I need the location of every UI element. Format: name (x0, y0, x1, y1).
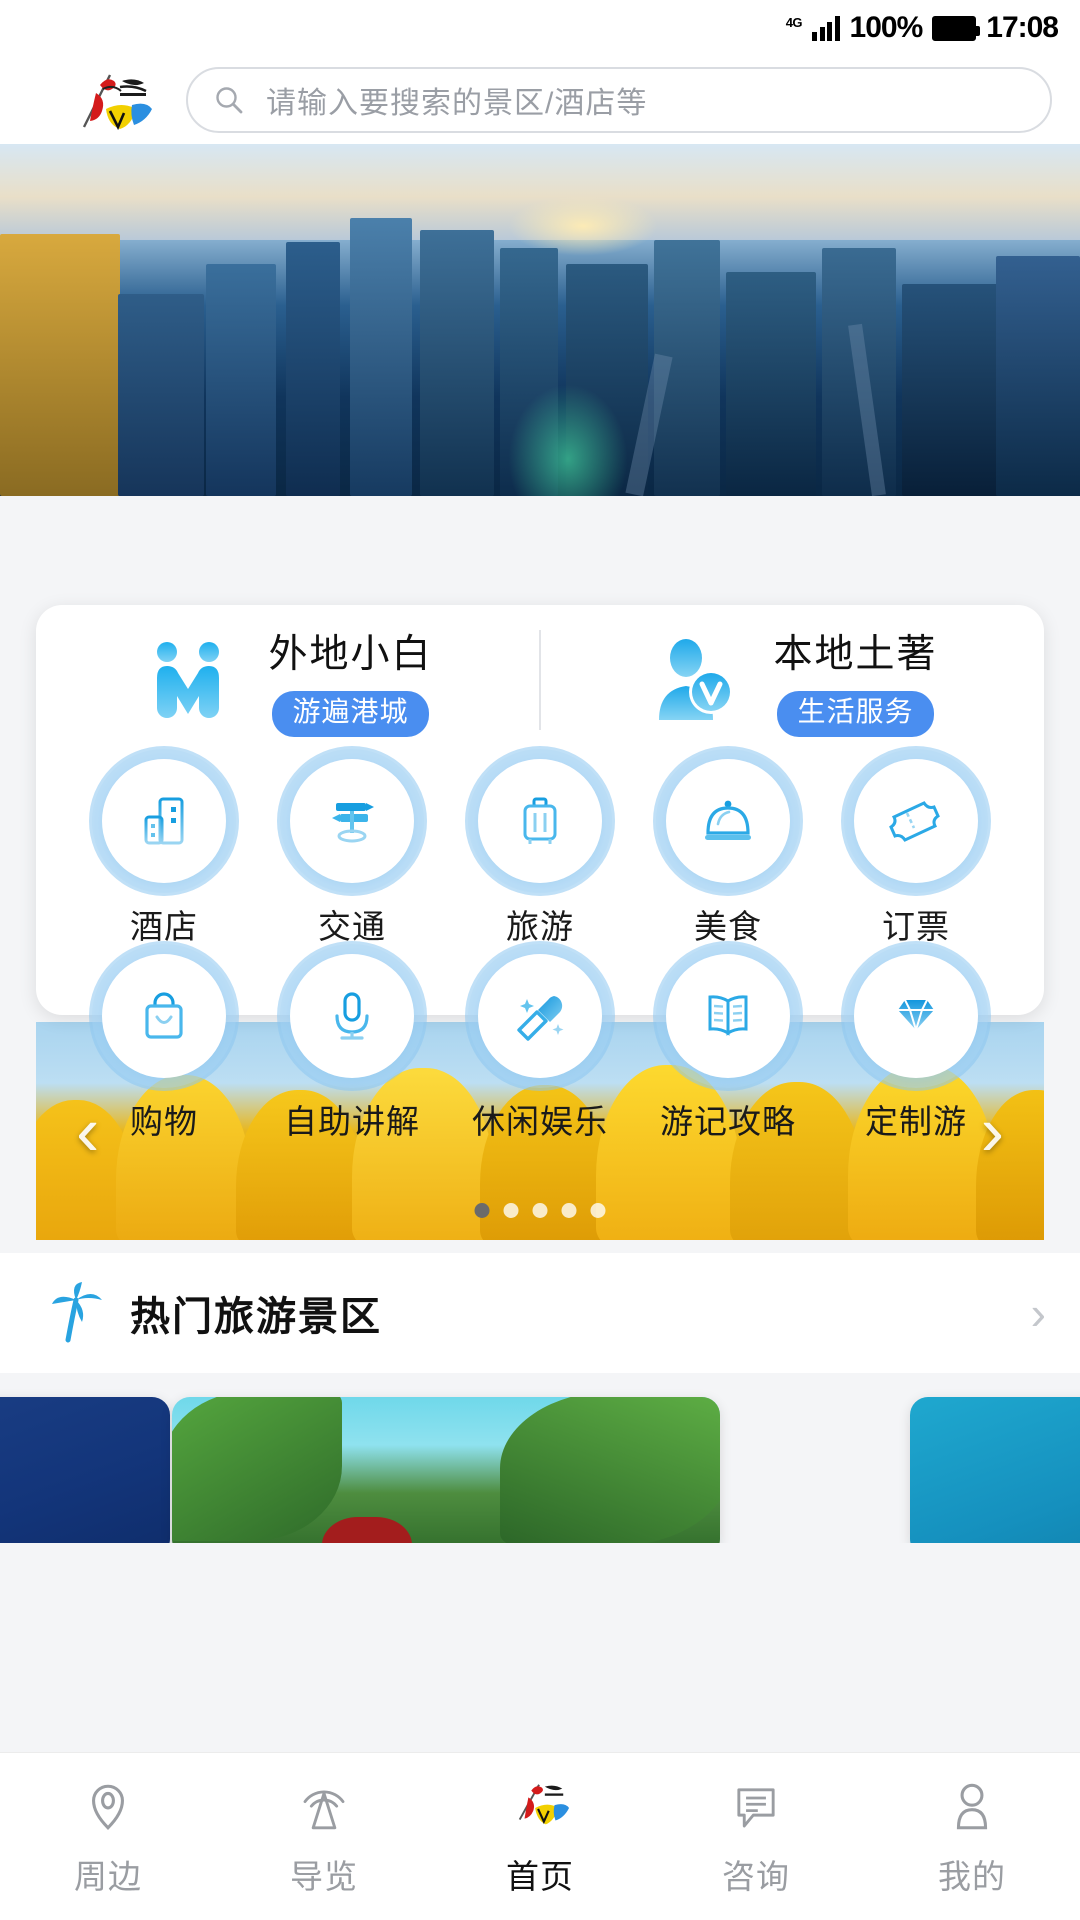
quick-action-tour[interactable]: 旅游 (446, 759, 634, 948)
user-type-title: 外地小白 (268, 633, 433, 677)
user-type-visitor[interactable]: 外地小白 游遍港城 (36, 623, 539, 737)
quick-action-food[interactable]: 美食 (634, 759, 822, 948)
quick-action-label: 交通 (318, 908, 386, 945)
hot-scenic-section-header[interactable]: 热门旅游景区 › (0, 1253, 1080, 1373)
quick-action-label: 定制游 (865, 1103, 967, 1140)
two-people-icon (142, 634, 234, 726)
tab-nearby[interactable]: 周边 (0, 1776, 216, 1898)
tab-label: 咨询 (722, 1857, 790, 1895)
app-logo-icon[interactable] (70, 65, 162, 135)
battery-percent-label: 100% (849, 11, 924, 44)
suitcase-icon (478, 759, 602, 883)
carousel-dot[interactable] (474, 1203, 490, 1218)
food-cloche-icon (666, 759, 790, 883)
status-bar: 4G 100% 17:08 (0, 0, 1080, 56)
location-pin-icon (77, 1776, 139, 1838)
ticket-icon (854, 759, 978, 883)
bottom-tab-bar: 周边 导览 首页 咨询 我的 (0, 1752, 1080, 1920)
scenic-card-mid[interactable] (172, 1397, 720, 1543)
quick-action-travel-notes[interactable]: 游记攻略 (634, 954, 822, 1143)
scenic-cards-row[interactable] (0, 1373, 1080, 1543)
quick-action-label: 休闲娱乐 (472, 1103, 608, 1140)
user-type-badge: 游遍港城 (272, 691, 429, 737)
carousel-dots[interactable] (474, 1203, 606, 1218)
quick-action-transport[interactable]: 交通 (258, 759, 446, 948)
quick-action-shopping[interactable]: 购物 (70, 954, 258, 1143)
quick-action-label: 购物 (130, 1103, 198, 1140)
network-type-indicator: 4G (785, 15, 803, 41)
quick-action-label: 美食 (694, 908, 762, 945)
tab-profile[interactable]: 我的 (864, 1776, 1080, 1898)
tab-label: 首页 (506, 1857, 574, 1895)
chat-bubble-icon (725, 1776, 787, 1838)
hotel-building-icon (102, 759, 226, 883)
user-type-title: 本地土著 (773, 633, 938, 677)
signpost-icon (290, 759, 414, 883)
app-root: 4G 100% 17:08 请输入要搜索的景区/酒店等 外地小白 游遍港城 本地… (0, 0, 1080, 1920)
quick-action-ticket[interactable]: 订票 (822, 759, 1010, 948)
tab-label: 我的 (938, 1857, 1006, 1895)
user-type-local[interactable]: 本地土著 生活服务 (541, 623, 1044, 737)
clock-label: 17:08 (986, 11, 1059, 44)
quick-action-label: 旅游 (506, 908, 574, 945)
carousel-dot[interactable] (532, 1203, 548, 1218)
scenic-card-left[interactable] (0, 1397, 170, 1543)
carousel-dot[interactable] (561, 1203, 577, 1218)
network-label: 4G (785, 15, 803, 30)
scenic-card-right[interactable] (910, 1397, 1080, 1543)
user-type-selector: 外地小白 游遍港城 本地土著 生活服务 (36, 605, 1044, 755)
user-type-visitor-text: 外地小白 游遍港城 (268, 623, 433, 737)
shopping-bag-icon (102, 954, 226, 1078)
user-type-local-text: 本地土著 生活服务 (773, 623, 938, 737)
search-icon (214, 85, 244, 115)
person-icon (941, 1776, 1003, 1838)
quick-action-custom-tour[interactable]: 定制游 (822, 954, 1010, 1143)
quick-action-hotel[interactable]: 酒店 (70, 759, 258, 948)
quick-action-label: 酒店 (130, 908, 198, 945)
tab-guide[interactable]: 导览 (216, 1776, 432, 1898)
home-logo-icon (509, 1776, 571, 1838)
signal-strength-icon (812, 15, 840, 41)
battery-icon (932, 15, 981, 41)
carousel-dot[interactable] (503, 1203, 519, 1218)
carousel-dot[interactable] (590, 1203, 606, 1218)
section-more-chevron-icon[interactable]: › (1031, 1290, 1046, 1336)
quick-action-label: 游记攻略 (660, 1103, 796, 1140)
user-type-badge: 生活服务 (777, 691, 934, 737)
tab-home[interactable]: 首页 (432, 1776, 648, 1898)
hero-city-image (0, 144, 1080, 496)
open-book-icon (666, 954, 790, 1078)
karaoke-mic-icon (478, 954, 602, 1078)
quick-action-entertainment[interactable]: 休闲娱乐 (446, 954, 634, 1143)
quick-action-audio-guide[interactable]: 自助讲解 (258, 954, 446, 1143)
palm-tree-icon (46, 1282, 108, 1344)
tab-label: 导览 (290, 1857, 358, 1895)
main-feature-card: 外地小白 游遍港城 本地土著 生活服务 酒店 交通 旅游 美食 订票 购物 自助… (36, 605, 1044, 1140)
app-header: 请输入要搜索的景区/酒店等 (0, 56, 1080, 144)
person-vip-icon (647, 634, 739, 726)
search-placeholder: 请输入要搜索的景区/酒店等 (266, 87, 648, 120)
quick-action-label: 订票 (882, 908, 950, 945)
tab-label: 周边 (74, 1857, 142, 1895)
quick-action-label: 自助讲解 (284, 1103, 420, 1140)
quick-action-grid: 酒店 交通 旅游 美食 订票 购物 自助讲解 休闲娱乐 游记攻略 定制游 (36, 755, 1044, 1149)
microphone-icon (290, 954, 414, 1078)
section-title: 热门旅游景区 (130, 1295, 382, 1339)
diamond-icon (854, 954, 978, 1078)
radar-beacon-icon (293, 1776, 355, 1838)
search-bar[interactable]: 请输入要搜索的景区/酒店等 (186, 67, 1052, 133)
tab-consult[interactable]: 咨询 (648, 1776, 864, 1898)
